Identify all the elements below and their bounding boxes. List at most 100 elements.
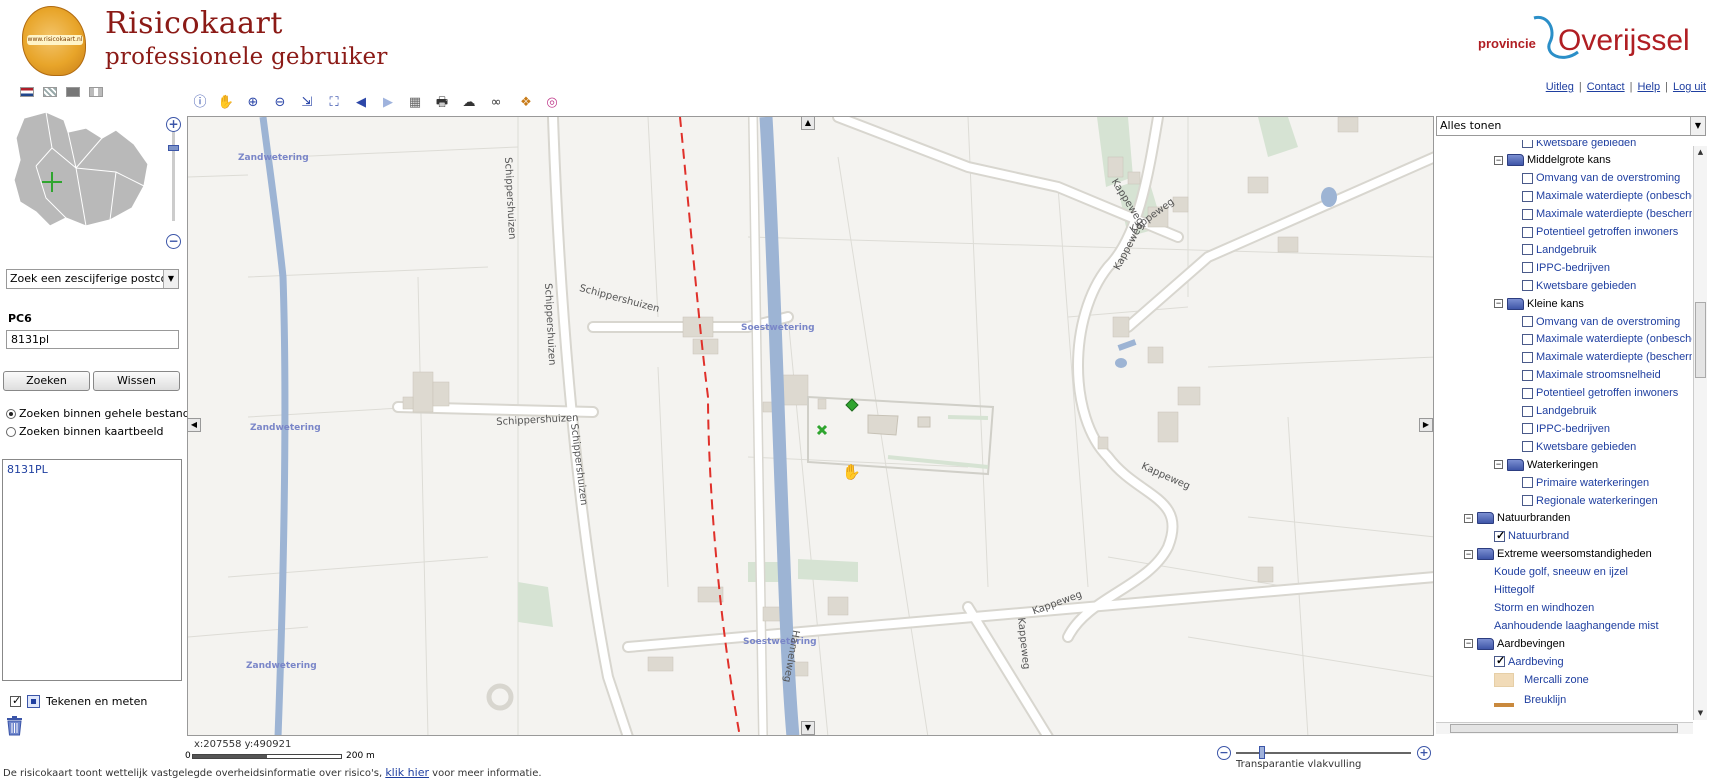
layer-tree-label[interactable]: IPPC-bedrijven [1536, 423, 1610, 435]
layer-tree-row[interactable]: Omvang van de overstroming [1522, 170, 1680, 187]
zoom-in-button[interactable]: + [166, 117, 181, 132]
en-flag-icon[interactable] [43, 87, 57, 97]
layer-tree-label[interactable]: Maximale stroomsnelheid [1536, 369, 1661, 381]
contact-link[interactable]: Contact [1587, 81, 1625, 93]
grid-tool-icon[interactable]: ▦ [405, 92, 425, 112]
zoom-extent-tool-icon[interactable]: ⇲ [297, 92, 317, 112]
draw-measure-toggle[interactable]: Tekenen en meten [10, 694, 147, 708]
layer-tree-label[interactable]: Hittegolf [1494, 584, 1534, 596]
chevron-down-icon[interactable]: ▼ [163, 270, 178, 288]
search-scope-view-radio[interactable]: Zoeken binnen kaartbeeld [6, 425, 164, 438]
layer-tree-label[interactable]: Maximale waterdiepte (onbeschermd) [1536, 190, 1692, 202]
layer-tree-label[interactable]: Kleine kans [1527, 298, 1584, 310]
next-extent-icon[interactable]: ▶ [378, 92, 398, 112]
layer-tree-label[interactable]: Extreme weersomstandigheden [1497, 548, 1652, 560]
search-scope-whole-radio[interactable]: Zoeken binnen gehele bestand [6, 407, 190, 420]
layer-tree-row[interactable]: − Aardbevingen [1464, 635, 1565, 652]
pan-left-button[interactable]: ◀ [187, 418, 201, 432]
layer-tree-label[interactable]: Koude golf, sneeuw en ijzel [1494, 566, 1628, 578]
collapse-icon[interactable]: − [1464, 549, 1473, 559]
pan-down-button[interactable]: ▼ [801, 721, 815, 735]
layer-tree-label[interactable]: Kwetsbare gebieden [1536, 140, 1636, 149]
layer-checkbox[interactable] [1494, 529, 1505, 542]
radio-selected-icon[interactable] [6, 408, 16, 419]
cloud-tool-icon[interactable]: ☁ [459, 92, 479, 112]
layer-checkbox[interactable] [1522, 495, 1533, 506]
trash-icon[interactable] [6, 716, 23, 736]
layer-tree-row[interactable]: Landgebruik [1522, 403, 1597, 420]
layer-checkbox[interactable] [1522, 351, 1533, 363]
scroll-down-icon[interactable]: ▼ [1695, 708, 1706, 719]
collapse-icon[interactable]: − [1494, 460, 1503, 470]
nl-flag-icon[interactable] [20, 87, 34, 97]
layer-checkbox[interactable] [1522, 441, 1533, 453]
radio-unselected-icon[interactable] [6, 426, 16, 437]
print-layout-icon[interactable] [66, 87, 80, 97]
transparency-decrease-button[interactable]: − [1217, 746, 1231, 760]
layer-tree-label[interactable]: Potentieel getroffen inwoners [1536, 226, 1678, 238]
pan-right-button[interactable]: ▶ [1419, 418, 1433, 432]
layer-tree-row[interactable]: Aardbeving [1494, 653, 1564, 670]
zoom-slider-track[interactable] [172, 129, 175, 221]
layer-tree-label[interactable]: Landgebruik [1536, 405, 1597, 417]
layer-tree-label[interactable]: Natuurbrand [1508, 530, 1569, 542]
search-result-item[interactable]: 8131PL [7, 463, 48, 476]
layer-checkbox[interactable] [1522, 208, 1533, 220]
layer-tree-row[interactable]: Maximale waterdiepte (onbeschermd) [1522, 188, 1692, 205]
layer-tree-label[interactable]: Maximale waterdiepte (beschermd) [1536, 351, 1692, 363]
layer-checkbox[interactable] [1522, 190, 1533, 202]
layer-tree-row[interactable]: Kwetsbare gebieden [1522, 277, 1636, 294]
layer-tree-row[interactable]: Maximale waterdiepte (beschermd) [1522, 206, 1692, 223]
pc6-input[interactable] [6, 330, 179, 349]
transparency-slider-thumb[interactable] [1259, 746, 1265, 759]
layer-tree-label[interactable]: Middelgrote kans [1527, 154, 1611, 166]
help-link[interactable]: Help [1637, 81, 1660, 93]
layer-tree-horizontal-scrollbar[interactable] [1436, 722, 1693, 734]
layer-tree-label[interactable]: Waterkeringen [1527, 459, 1598, 471]
layer-tree-label[interactable]: Maximale waterdiepte (beschermd) [1536, 208, 1692, 220]
layer-tree-row[interactable]: IPPC-bedrijven [1522, 420, 1610, 437]
pan-up-button[interactable]: ▲ [801, 116, 815, 130]
layer-tree-row[interactable]: Aanhoudende laaghangende mist [1494, 617, 1659, 634]
layer-checkbox[interactable] [1522, 262, 1533, 274]
collapse-icon[interactable]: − [1464, 513, 1473, 523]
layer-checkbox[interactable] [1522, 172, 1533, 184]
layer-tree-label[interactable]: Regionale waterkeringen [1536, 495, 1658, 507]
layer-tree-label[interactable]: Aardbevingen [1497, 638, 1565, 650]
layer-checkbox[interactable] [1494, 654, 1505, 668]
zoom-out-button[interactable]: − [166, 234, 181, 249]
zoom-slider-thumb[interactable] [168, 145, 179, 151]
overview-map[interactable] [6, 108, 156, 236]
chevron-down-icon[interactable]: ▼ [1690, 117, 1705, 135]
layer-tree-row[interactable]: Maximale waterdiepte (beschermd) [1522, 349, 1692, 366]
layer-tree-label[interactable]: Omvang van de overstroming [1536, 172, 1680, 184]
layer-checkbox[interactable] [1522, 477, 1533, 489]
layer-filter-select[interactable]: Alles tonen ▼ [1436, 116, 1706, 136]
pan-tool-icon[interactable]: ✋ [216, 92, 236, 112]
map-viewport[interactable]: ✋ Zandwetering Zandwetering Zandwetering… [187, 116, 1434, 736]
layer-checkbox[interactable] [1522, 387, 1533, 399]
layer-checkbox[interactable] [1522, 405, 1533, 417]
print-icon[interactable]: 🖶 [432, 92, 452, 112]
layer-tree-row[interactable]: − Natuurbranden [1464, 510, 1570, 527]
layer-tree-row[interactable]: Potentieel getroffen inwoners [1522, 385, 1678, 402]
layer-tree-label[interactable]: Maximale waterdiepte (onbeschermd) [1536, 333, 1692, 345]
zoom-out-tool-icon[interactable]: ⊖ [270, 92, 290, 112]
layer-tree-row[interactable]: Maximale waterdiepte (onbeschermd) [1522, 331, 1692, 348]
layer-tree-vertical-scrollbar[interactable]: ▲ ▼ [1693, 146, 1707, 720]
previous-extent-icon[interactable]: ◀ [351, 92, 371, 112]
collapse-icon[interactable]: − [1494, 155, 1503, 165]
search-type-select[interactable]: Zoek een zescijferige postcode ▼ [6, 269, 179, 289]
collapse-icon[interactable]: − [1464, 639, 1473, 649]
layer-tree-row[interactable]: Koude golf, sneeuw en ijzel [1494, 564, 1628, 581]
layer-tree-row[interactable]: − Middelgrote kans [1494, 152, 1611, 169]
layer-tree-label[interactable]: Landgebruik [1536, 244, 1597, 256]
layer-tree-label[interactable]: Natuurbranden [1497, 512, 1570, 524]
layer-checkbox[interactable] [1522, 226, 1533, 238]
layout-columns-icon[interactable] [89, 87, 103, 97]
layer-tree-row[interactable]: Potentieel getroffen inwoners [1522, 224, 1678, 241]
layer-tree-row[interactable]: − Extreme weersomstandigheden [1464, 546, 1652, 563]
layer-tree-row[interactable]: Landgebruik [1522, 241, 1597, 258]
layer-tree-row[interactable]: Natuurbrand [1494, 528, 1569, 545]
footer-more-info-link[interactable]: klik hier [385, 766, 429, 779]
